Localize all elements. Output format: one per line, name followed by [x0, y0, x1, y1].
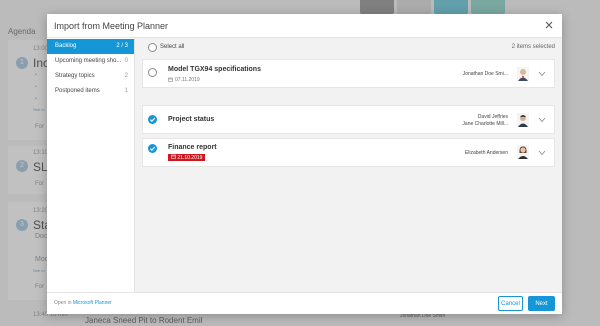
item-person: Jonathan Doe Smi... [462, 71, 508, 77]
sidebar-item-backlog[interactable]: Backlog 2 / 3 [47, 39, 134, 54]
list-item[interactable]: Finance report 21.10.2019 Elizabeth Ande… [142, 138, 555, 167]
select-all-row: Select all 2 items selected [135, 38, 562, 56]
item-date: 07.11.2019 [168, 77, 200, 83]
item-checkbox[interactable] [148, 68, 157, 77]
avatar [517, 145, 529, 159]
open-in-text: Open in Microsoft Planner [54, 300, 112, 306]
sidebar-item-label: Strategy topics [55, 73, 95, 79]
item-list-panel: Select all 2 items selected Model TGX94 … [135, 38, 562, 292]
sidebar-item-label: Upcoming meeting sho... [55, 58, 122, 64]
sidebar-item-count: 2 / 3 [116, 43, 128, 49]
item-checkbox-checked[interactable] [148, 144, 157, 153]
item-checkbox-checked[interactable] [148, 115, 157, 124]
chevron-down-icon[interactable] [538, 71, 546, 77]
checkmark-icon [149, 146, 156, 151]
close-icon[interactable] [543, 19, 555, 31]
item-person: David Jeffries [477, 114, 508, 120]
sidebar-item-strategy-topics[interactable]: Strategy topics 2 [47, 69, 134, 84]
sidebar-item-label: Postponed items [55, 88, 100, 94]
microsoft-planner-link[interactable]: Microsoft Planner [73, 300, 112, 306]
item-date-overdue: 21.10.2019 [168, 154, 206, 161]
dialog-footer: Open in Microsoft Planner Cancel Next [47, 292, 562, 314]
calendar-icon [171, 154, 176, 159]
checkmark-icon [149, 117, 156, 122]
sidebar-item-count: 1 [124, 88, 128, 94]
items-selected-count: 2 items selected [511, 44, 555, 50]
dialog-title: Import from Meeting Planner [54, 21, 169, 31]
calendar-icon [168, 77, 173, 82]
dialog-header: Import from Meeting Planner [47, 14, 562, 38]
sidebar-item-postponed-items[interactable]: Postponed items 1 [47, 84, 134, 99]
avatar [517, 113, 529, 127]
sidebar: Backlog 2 / 3 Upcoming meeting sho... 0 … [47, 38, 135, 292]
cancel-button[interactable]: Cancel [498, 296, 523, 311]
open-in-prefix: Open in [54, 300, 72, 306]
item-title: Finance report [168, 144, 217, 151]
list-item[interactable]: Project status David Jeffries Jane Charl… [142, 105, 555, 134]
list-item[interactable]: Model TGX94 specifications 07.11.2019 Jo… [142, 59, 555, 88]
item-person: Jane Charlotte Mill... [462, 121, 508, 127]
import-dialog: Import from Meeting Planner Backlog 2 / … [47, 14, 562, 314]
item-date-text: 21.10.2019 [177, 155, 203, 161]
select-all-label: Select all [160, 44, 185, 50]
avatar [517, 67, 529, 81]
sidebar-item-upcoming-meeting[interactable]: Upcoming meeting sho... 0 [47, 54, 134, 69]
item-person: Elizabeth Andersen [464, 150, 508, 156]
select-all-checkbox[interactable] [148, 43, 157, 52]
sidebar-item-count: 2 [124, 73, 128, 79]
item-date-text: 07.11.2019 [175, 77, 200, 83]
next-button[interactable]: Next [528, 296, 555, 311]
sidebar-item-label: Backlog [55, 43, 77, 49]
item-title: Project status [168, 116, 215, 123]
sidebar-item-count: 0 [124, 58, 128, 64]
item-title: Model TGX94 specifications [168, 66, 261, 73]
chevron-down-icon[interactable] [538, 150, 546, 156]
chevron-down-icon[interactable] [538, 117, 546, 123]
